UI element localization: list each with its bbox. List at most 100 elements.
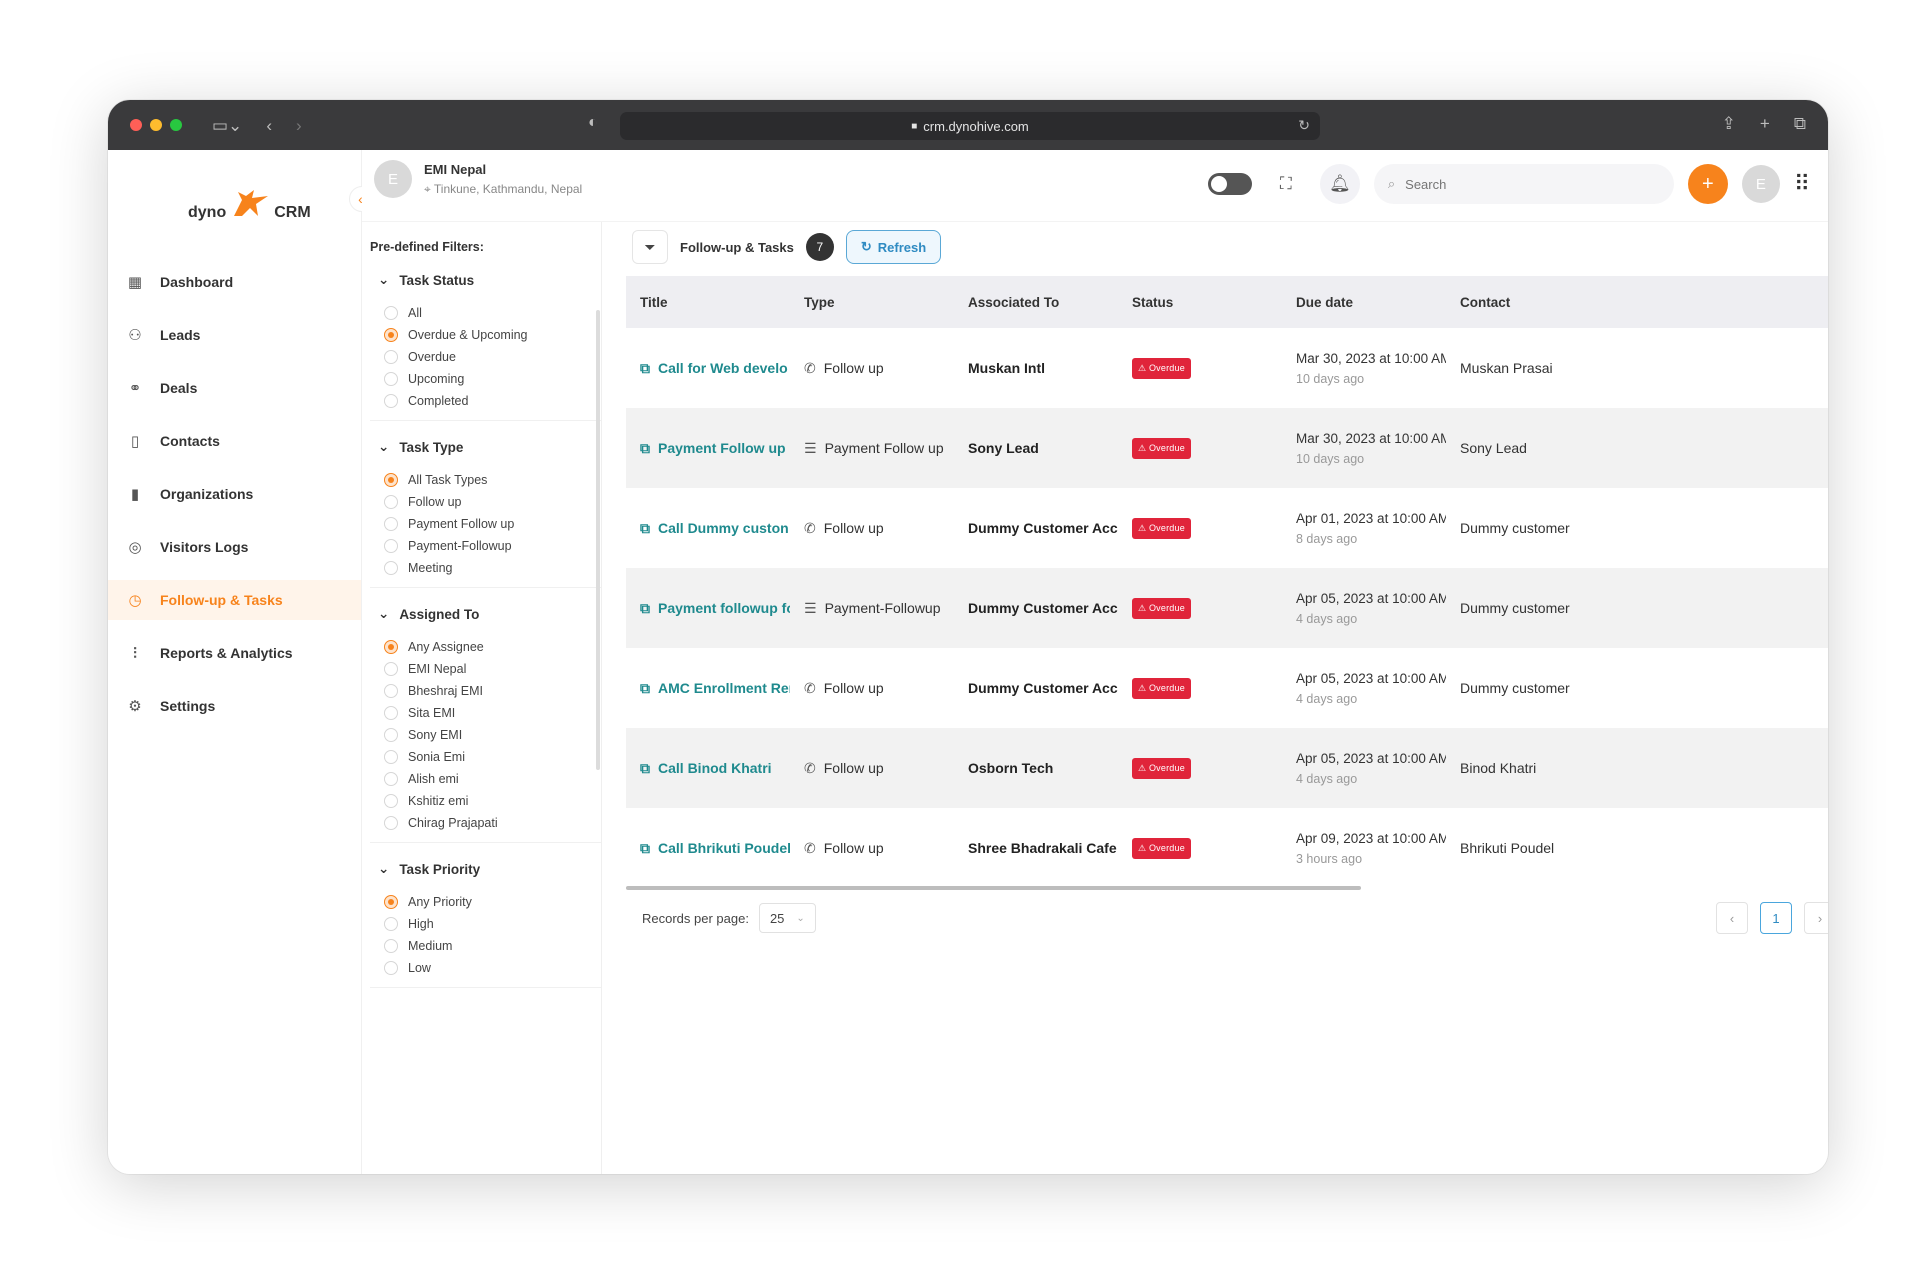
radio-button[interactable]: [384, 895, 398, 909]
associated-to[interactable]: Sony Lead: [968, 440, 1118, 456]
reload-icon[interactable]: ↻: [1298, 117, 1310, 134]
add-button[interactable]: +: [1687, 164, 1728, 204]
filter-option[interactable]: Sita EMI: [384, 702, 601, 724]
filter-option[interactable]: Any Assignee: [384, 636, 601, 658]
task-title-link[interactable]: ⧉ Payment followup fo: [640, 600, 790, 617]
tab-overview-icon[interactable]: ⧉: [1794, 114, 1806, 134]
radio-button[interactable]: [384, 306, 398, 320]
associated-to[interactable]: Dummy Customer Accou: [968, 600, 1118, 616]
filter-option[interactable]: Any Priority: [384, 891, 601, 913]
radio-button[interactable]: [384, 750, 398, 764]
column-header[interactable]: Type: [790, 276, 954, 328]
sidebar-toggle-icon[interactable]: ▭⌄: [212, 117, 242, 134]
contact-name[interactable]: Dummy customer: [1460, 600, 1570, 616]
sidebar-item-contacts[interactable]: ▯ Contacts: [108, 421, 361, 461]
task-title-link[interactable]: ⧉ Call Binod Khatri: [640, 760, 790, 777]
theme-toggle[interactable]: [1207, 173, 1252, 195]
table-row[interactable]: ⧉ Call Dummy custon ✆ Follow up Dummy Cu…: [626, 488, 1828, 568]
filter-option[interactable]: High: [384, 913, 601, 935]
filter-group-heading[interactable]: ⌄ Task Status: [378, 272, 601, 288]
associated-to[interactable]: Dummy Customer Accou: [968, 520, 1118, 536]
contact-name[interactable]: Binod Khatri: [1460, 760, 1536, 776]
column-header[interactable]: Associated To: [954, 276, 1118, 328]
logo[interactable]: dyno CRM: [188, 186, 311, 222]
associated-to[interactable]: Osborn Tech: [968, 760, 1118, 776]
associated-to[interactable]: Shree Bhadrakali Cafe: [968, 840, 1118, 856]
filter-option[interactable]: Overdue: [384, 346, 601, 368]
filter-option[interactable]: Follow up: [384, 491, 601, 513]
radio-button[interactable]: [384, 706, 398, 720]
user-avatar[interactable]: E: [1741, 165, 1780, 203]
radio-button[interactable]: [384, 473, 398, 487]
radio-button[interactable]: [384, 394, 398, 408]
sidebar-item-reports-analytics[interactable]: ⫶ Reports & Analytics: [108, 633, 361, 673]
filter-option[interactable]: EMI Nepal: [384, 658, 601, 680]
radio-button[interactable]: [384, 917, 398, 931]
filter-group-heading[interactable]: ⌄ Task Priority: [378, 861, 601, 877]
zoom-window-button[interactable]: [170, 119, 182, 131]
filter-option[interactable]: Payment-Followup: [384, 535, 601, 557]
sidebar-item-dashboard[interactable]: ▦ Dashboard: [108, 262, 361, 302]
search-input[interactable]: [1405, 176, 1646, 192]
privacy-shield-icon[interactable]: ◐: [588, 114, 598, 132]
filter-option[interactable]: Sony EMI: [384, 724, 601, 746]
filter-group-heading[interactable]: ⌄ Task Type: [378, 439, 601, 455]
radio-button[interactable]: [384, 539, 398, 553]
radio-button[interactable]: [384, 328, 398, 342]
next-page-button[interactable]: ›: [1804, 902, 1828, 934]
back-icon[interactable]: ‹: [266, 117, 272, 134]
radio-button[interactable]: [384, 561, 398, 575]
contact-name[interactable]: Sony Lead: [1460, 440, 1527, 456]
task-title-link[interactable]: ⧉ AMC Enrollment Rer: [640, 680, 790, 697]
contact-name[interactable]: Bhrikuti Poudel: [1460, 840, 1554, 856]
table-row[interactable]: ⧉ Call Bhrikuti Poudel ✆ Follow up Shree…: [626, 808, 1828, 888]
address-bar[interactable]: ■ crm.dynohive.com ↻: [620, 112, 1320, 140]
contact-name[interactable]: Muskan Prasai: [1460, 360, 1553, 376]
table-row[interactable]: ⧉ Call Binod Khatri ✆ Follow up Osborn T…: [626, 728, 1828, 808]
refresh-button[interactable]: ↻ Refresh: [845, 230, 942, 264]
filter-option[interactable]: Payment Follow up: [384, 513, 601, 535]
table-row[interactable]: ⧉ Payment Follow up ☰ Payment Follow up …: [626, 408, 1828, 488]
share-icon[interactable]: ⇪: [1722, 114, 1736, 134]
radio-button[interactable]: [384, 372, 398, 386]
filter-option[interactable]: Low: [384, 957, 601, 979]
forward-icon[interactable]: ›: [296, 117, 302, 134]
radio-button[interactable]: [384, 662, 398, 676]
apps-grid-icon[interactable]: ⠿: [1794, 171, 1810, 197]
radio-button[interactable]: [384, 772, 398, 786]
bell-icon[interactable]: 🔔︎: [1319, 164, 1360, 204]
radio-button[interactable]: [384, 517, 398, 531]
filter-funnel-icon[interactable]: ⏷: [632, 230, 668, 264]
filter-option[interactable]: All: [384, 302, 601, 324]
table-row[interactable]: ⧉ AMC Enrollment Rer ✆ Follow up Dummy C…: [626, 648, 1828, 728]
filter-option[interactable]: Upcoming: [384, 368, 601, 390]
associated-to[interactable]: Dummy Customer Accou: [968, 680, 1118, 696]
associated-to[interactable]: Muskan Intl: [968, 360, 1118, 376]
search-box[interactable]: ⌕: [1373, 164, 1674, 204]
sidebar-item-organizations[interactable]: ▮ Organizations: [108, 474, 361, 514]
sidebar-item-deals[interactable]: ⚭ Deals: [108, 368, 361, 408]
filter-option[interactable]: Chirag Prajapati: [384, 812, 601, 834]
records-per-page-select[interactable]: 25 ⌄: [758, 903, 816, 933]
radio-button[interactable]: [384, 495, 398, 509]
radio-button[interactable]: [384, 816, 398, 830]
fullscreen-icon[interactable]: ⛶: [1266, 164, 1306, 204]
contact-name[interactable]: Dummy customer: [1460, 520, 1570, 536]
filter-option[interactable]: Overdue & Upcoming: [384, 324, 601, 346]
task-title-link[interactable]: ⧉ Call for Web develo: [640, 360, 790, 377]
close-window-button[interactable]: [130, 119, 142, 131]
column-header[interactable]: Title: [626, 276, 790, 328]
radio-button[interactable]: [384, 350, 398, 364]
radio-button[interactable]: [384, 794, 398, 808]
radio-button[interactable]: [384, 640, 398, 654]
filter-option[interactable]: Bheshraj EMI: [384, 680, 601, 702]
column-header[interactable]: Due date: [1282, 276, 1446, 328]
contact-name[interactable]: Dummy customer: [1460, 680, 1570, 696]
task-title-link[interactable]: ⧉ Call Bhrikuti Poudel: [640, 840, 790, 857]
filter-option[interactable]: Completed: [384, 390, 601, 412]
filter-option[interactable]: Meeting: [384, 557, 601, 579]
sidebar-item-follow-up-tasks[interactable]: ◷ Follow-up & Tasks: [108, 580, 361, 620]
column-header[interactable]: Status: [1118, 276, 1282, 328]
filter-option[interactable]: Medium: [384, 935, 601, 957]
radio-button[interactable]: [384, 961, 398, 975]
